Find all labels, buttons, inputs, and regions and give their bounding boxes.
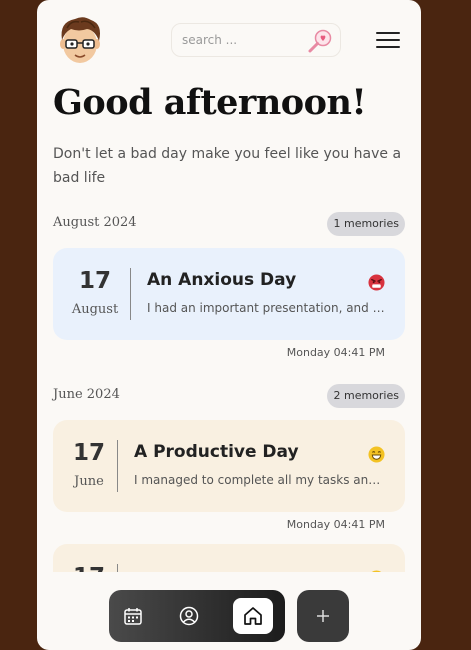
greeting-title: Good afternoon! bbox=[53, 82, 367, 123]
month-label: June 2024 bbox=[53, 387, 120, 402]
nav-home-button[interactable] bbox=[233, 598, 273, 634]
memory-card[interactable]: 17 June A Productive Day I managed to co… bbox=[53, 420, 405, 512]
card-divider bbox=[117, 440, 118, 492]
grinning-face-icon bbox=[368, 446, 385, 463]
memory-card[interactable]: 17 bbox=[53, 544, 405, 572]
menu-button[interactable] bbox=[374, 30, 402, 50]
calendar-icon bbox=[124, 608, 142, 625]
memory-count-badge: 1 memories bbox=[327, 212, 405, 236]
greeting-subtitle: Don't let a bad day make you feel like y… bbox=[53, 146, 402, 186]
grinning-face-icon bbox=[371, 570, 382, 572]
avatar[interactable] bbox=[53, 14, 107, 66]
top-bar bbox=[37, 0, 421, 80]
memory-count-badge: 2 memories bbox=[327, 384, 405, 408]
nav-profile-button[interactable] bbox=[170, 598, 208, 634]
entry-day: 17 bbox=[72, 440, 105, 466]
add-memory-button[interactable] bbox=[297, 590, 349, 642]
menu-line bbox=[376, 39, 400, 41]
entry-timestamp: Monday 04:41 PM bbox=[286, 346, 385, 359]
entry-excerpt: I had an important presentation, and I..… bbox=[147, 301, 385, 315]
search-input[interactable] bbox=[182, 30, 302, 50]
plus-icon bbox=[317, 610, 329, 622]
month-label: August 2024 bbox=[53, 215, 137, 230]
bottom-nav bbox=[109, 590, 285, 642]
nav-calendar-button[interactable] bbox=[114, 598, 152, 634]
home-icon bbox=[244, 607, 262, 625]
memories-list[interactable]: August 2024 1 memories 17 August An Anxi… bbox=[37, 200, 421, 572]
entry-timestamp: Monday 04:41 PM bbox=[286, 518, 385, 531]
profile-icon bbox=[179, 606, 199, 626]
month-header: June 2024 2 memories bbox=[53, 384, 405, 410]
card-divider bbox=[130, 268, 131, 320]
entry-title: An Anxious Day bbox=[147, 270, 297, 290]
entry-month: June bbox=[74, 474, 104, 489]
app-screen: Good afternoon! Don't let a bad day make… bbox=[37, 0, 421, 650]
memory-card[interactable]: 17 August An Anxious Day I had an import… bbox=[53, 248, 405, 340]
search-icon[interactable] bbox=[306, 28, 334, 54]
search-box bbox=[171, 23, 341, 57]
entry-day: 17 bbox=[53, 564, 125, 572]
menu-line bbox=[376, 46, 400, 48]
entry-month: August bbox=[71, 302, 119, 317]
month-header: August 2024 1 memories bbox=[53, 212, 405, 238]
entry-day: 17 bbox=[78, 268, 111, 294]
entry-title: A Productive Day bbox=[134, 442, 299, 462]
angry-face-icon bbox=[368, 274, 385, 291]
menu-line bbox=[376, 32, 400, 34]
entry-excerpt: I managed to complete all my tasks and..… bbox=[134, 473, 386, 487]
card-divider bbox=[117, 564, 118, 572]
